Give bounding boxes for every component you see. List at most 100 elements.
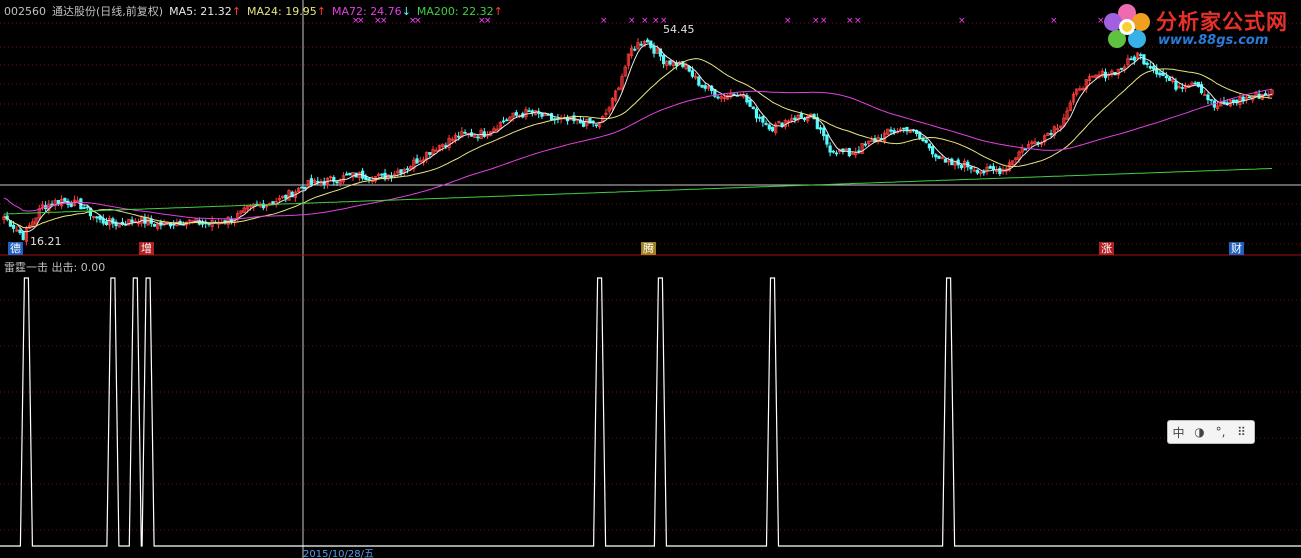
candlestick-series <box>2 37 1274 246</box>
signal-x-marker: × <box>1050 16 1058 26</box>
candle-body <box>937 155 941 159</box>
candle-body <box>1180 87 1184 89</box>
candle-body <box>1151 66 1156 70</box>
candle-body <box>271 201 275 205</box>
candle-body <box>1145 62 1149 65</box>
candle-body <box>716 96 720 99</box>
candle-body <box>764 123 768 125</box>
candle-body <box>825 134 829 145</box>
candle-body <box>69 203 73 207</box>
candle-body <box>1161 72 1165 76</box>
price-header: 002560 通达股份(日线,前复权) MA5: 21.32↑ MA24: 19.95… <box>4 3 509 19</box>
candle-body <box>399 169 403 174</box>
ime-softkeyboard-icon[interactable]: ⠿ <box>1231 425 1252 439</box>
candle-body <box>143 216 147 224</box>
candle-body <box>975 169 980 174</box>
chart-canvas[interactable]: ×× ×× ×× ×× × × × × × × × × × × × × × 2015/10/28/五 <box>0 0 1301 558</box>
candle-body <box>988 165 992 169</box>
candle-body <box>335 181 339 184</box>
ime-halfwidth-icon[interactable]: ◑ <box>1189 425 1210 439</box>
candle-body <box>501 120 506 123</box>
low-price-label: 16.21 <box>30 235 62 248</box>
ma200-label: MA200: 22.32 <box>416 5 494 18</box>
grid-lines <box>0 22 1301 531</box>
candle-body <box>104 221 109 226</box>
candle-body <box>991 166 996 171</box>
candle-body <box>924 139 928 143</box>
candle-body <box>793 117 797 120</box>
candle-body <box>130 219 134 223</box>
candle-body <box>463 131 467 134</box>
candle-body <box>1023 148 1028 151</box>
logo-title: 分析家公式网 <box>1156 10 1288 34</box>
candle-body <box>761 116 765 123</box>
signal-x-marker: × <box>958 16 966 26</box>
candle-body <box>405 168 410 171</box>
ma5-arrow: ↑ <box>231 5 242 18</box>
candle-body <box>662 55 666 65</box>
candle-body <box>818 127 823 130</box>
candle-body <box>799 113 803 118</box>
candle-body <box>828 145 832 153</box>
ma24-arrow: ↑ <box>316 5 326 18</box>
candle-body <box>668 60 672 65</box>
candle-body <box>348 172 352 176</box>
candle-body <box>1119 67 1124 70</box>
candle-body <box>758 116 762 119</box>
candle-body <box>969 166 973 170</box>
candle-body <box>889 129 893 132</box>
candle-body <box>581 121 586 127</box>
ime-chinese-mode-button[interactable]: 中 <box>1168 424 1189 441</box>
candle-body <box>767 124 771 130</box>
candle-body <box>95 216 99 219</box>
signal-x-marker: × <box>812 16 820 26</box>
high-price-label: 54.45 <box>663 23 695 36</box>
candle-body <box>12 224 16 229</box>
signal-tag: 德 <box>8 242 23 255</box>
signal-x-marker: × <box>784 16 792 26</box>
candle-body <box>930 146 935 155</box>
logo-url[interactable]: www.88gs.com <box>1158 33 1268 48</box>
candle-body <box>652 45 656 54</box>
candle-body <box>703 85 707 89</box>
candle-body <box>482 131 486 137</box>
candle-body <box>1231 99 1236 103</box>
candle-body <box>831 150 835 153</box>
ime-punctuation-icon[interactable]: °, <box>1210 425 1231 439</box>
candle-body <box>748 99 752 107</box>
ma24-label: MA24: 19.95 <box>247 5 317 18</box>
ma24-line <box>3 58 1273 229</box>
candle-body <box>1193 82 1197 85</box>
signal-x-marker: × <box>628 16 636 26</box>
candle-body <box>367 178 371 181</box>
candle-body <box>316 180 320 183</box>
candle-body <box>303 186 307 190</box>
candle-body <box>863 143 867 146</box>
ma5-line <box>3 43 1273 233</box>
candle-body <box>770 126 775 132</box>
candle-body <box>63 197 67 202</box>
candle-body <box>1158 72 1162 76</box>
indicator-pulse-line <box>0 277 1301 547</box>
candle-body <box>1167 77 1172 81</box>
candle-body <box>633 48 637 51</box>
ma200-arrow: ↑ <box>493 5 503 18</box>
candle-body <box>21 231 25 240</box>
candle-body <box>754 108 759 119</box>
site-logo: 分析家公式网 www.88gs.com <box>1100 2 1300 54</box>
candle-body <box>1247 96 1252 99</box>
candle-body <box>428 152 432 155</box>
axis-date-label: 2015/10/28/五 <box>303 549 374 558</box>
candle-body <box>82 207 86 210</box>
signal-x-marker: × <box>846 16 854 26</box>
candle-body <box>834 152 839 155</box>
signal-tag: 涨 <box>1099 242 1114 255</box>
stock-code: 002560 <box>4 5 46 18</box>
signal-tag: 增 <box>139 242 154 255</box>
candle-body <box>505 119 509 122</box>
candle-body <box>345 173 349 176</box>
candle-body <box>1206 94 1210 101</box>
candle-body <box>457 135 461 138</box>
ime-toolbar[interactable]: 中 ◑ °, ⠿ <box>1167 420 1255 444</box>
candle-body <box>1209 99 1213 101</box>
